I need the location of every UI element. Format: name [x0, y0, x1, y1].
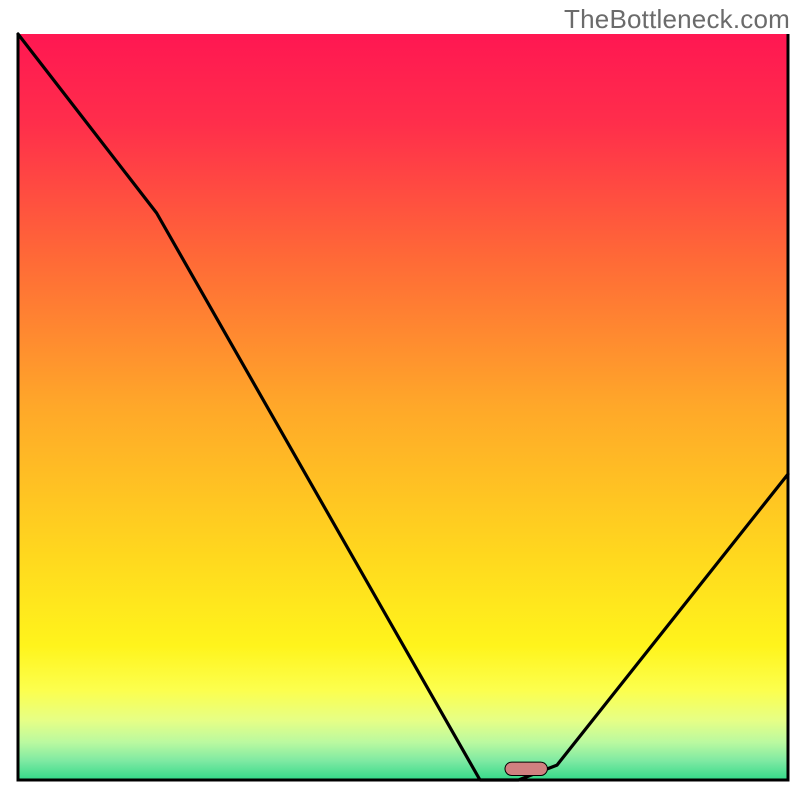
chart-container: TheBottleneck.com — [0, 0, 800, 800]
watermark-text: TheBottleneck.com — [564, 4, 790, 35]
optimal-marker — [505, 762, 547, 775]
bottleneck-chart — [0, 0, 800, 800]
plot-background-gradient — [18, 34, 788, 780]
